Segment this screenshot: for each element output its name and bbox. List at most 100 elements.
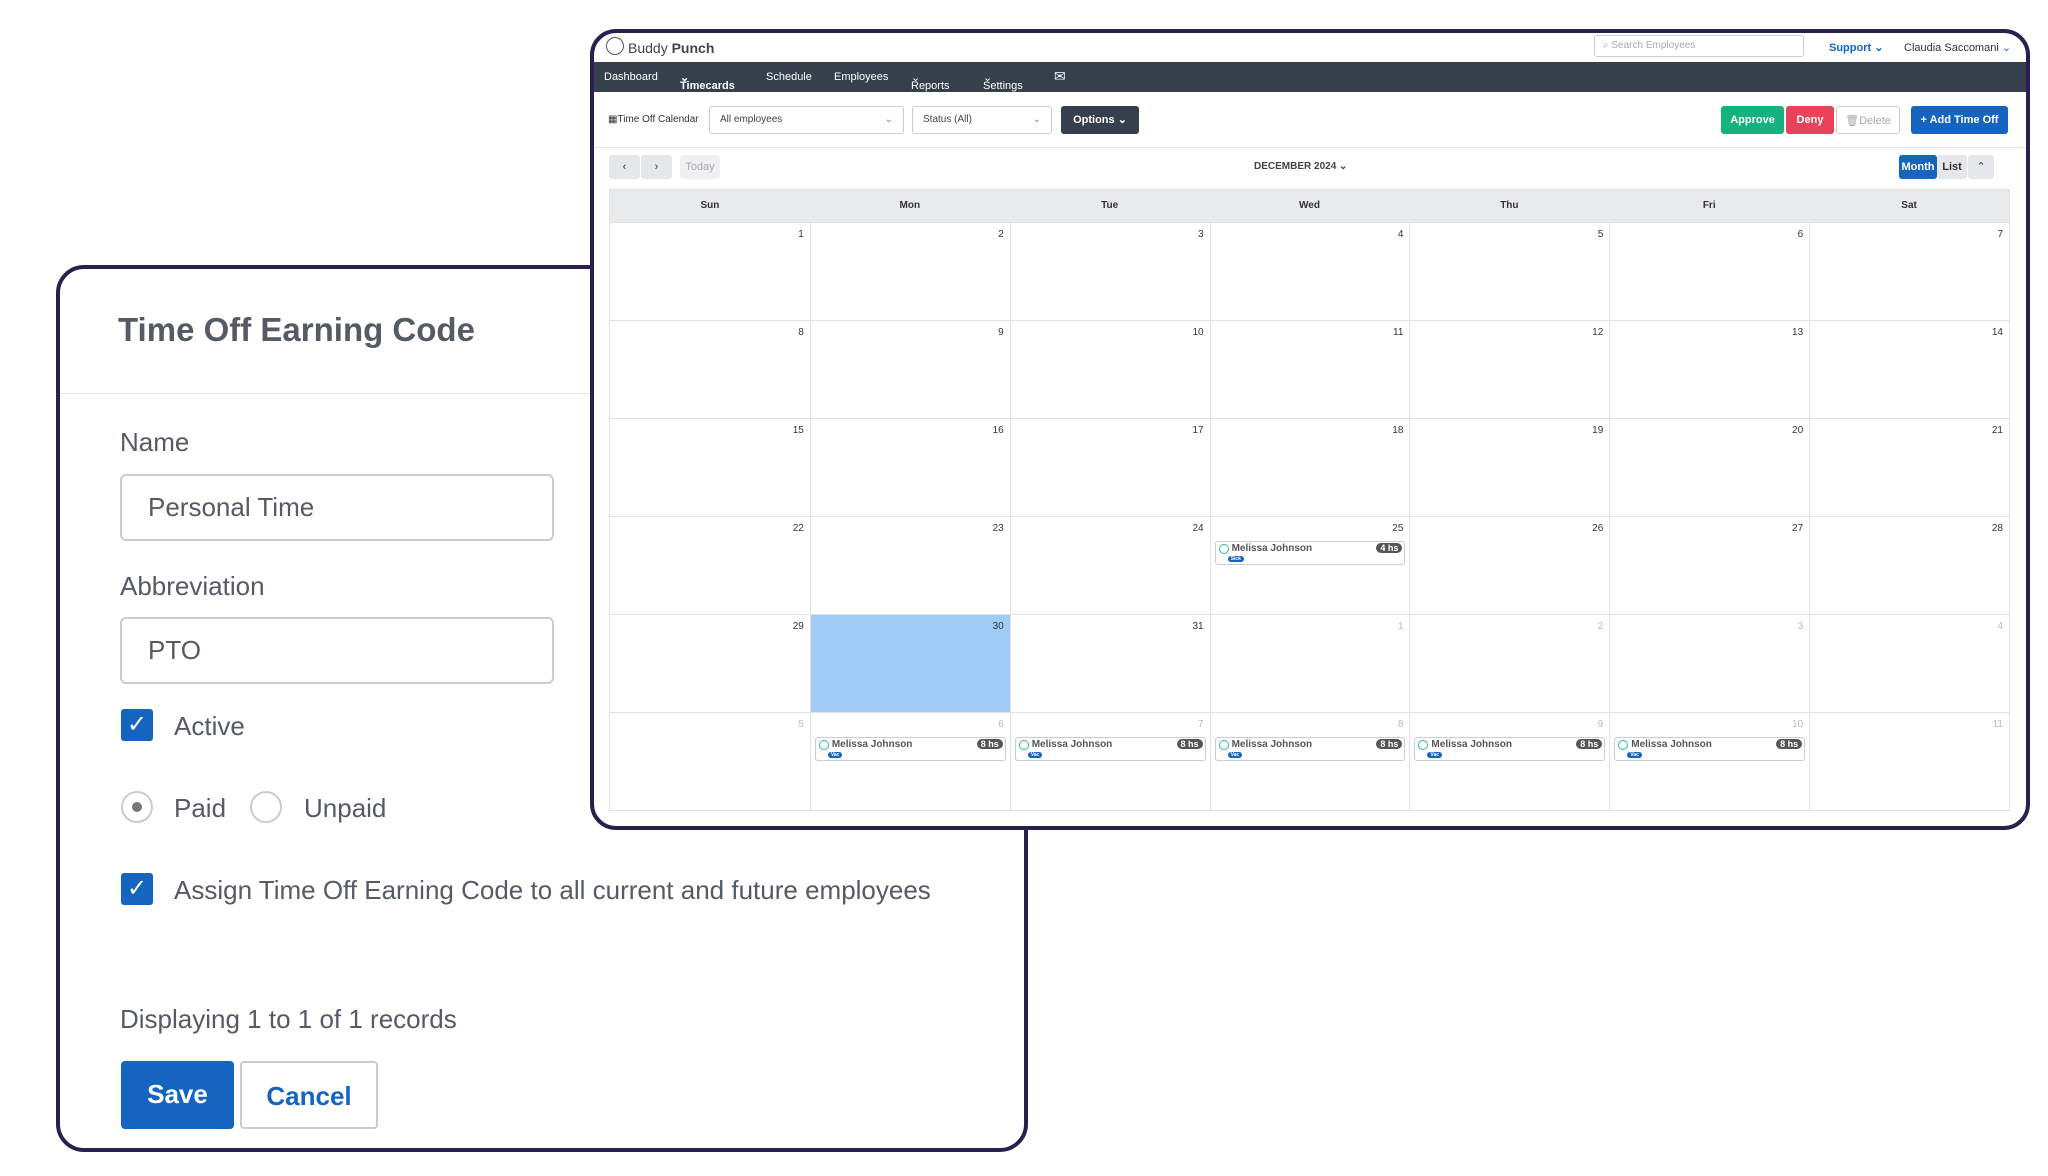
day-cell[interactable]: 6 Melissa Johnson 8 hs Vac [809, 713, 1010, 810]
time-off-event[interactable]: Melissa Johnson 8 hs Vac [1014, 737, 1206, 761]
month-view-button[interactable]: Month [1899, 155, 1937, 179]
day-cell[interactable]: 7 [1809, 223, 2009, 320]
mail-icon[interactable]: ✉ [1054, 68, 1066, 85]
time-off-event[interactable]: Melissa Johnson 4 hs Sick [1214, 541, 1406, 565]
unpaid-radio[interactable] [250, 791, 282, 823]
active-label: Active [174, 711, 245, 741]
day-cell[interactable]: 27 [1609, 517, 1809, 614]
day-cell[interactable]: 18 [1209, 419, 1410, 516]
employees-select-value: All employees [720, 114, 783, 125]
day-cell[interactable]: 3 [1609, 615, 1809, 712]
month-title[interactable]: DECEMBER 2024 ⌄ [1254, 161, 1347, 172]
day-cell[interactable]: 31 [1009, 615, 1210, 712]
chevron-down-icon: ⌄ [1032, 114, 1041, 125]
day-number: 7 [1997, 229, 2003, 240]
delete-button[interactable]: 🗑Delete [1836, 106, 1900, 134]
name-input[interactable]: Personal Time [120, 474, 554, 541]
day-cell[interactable]: 30 [809, 615, 1010, 712]
day-cell[interactable]: 15 [610, 419, 810, 516]
abbreviation-input[interactable]: PTO [120, 617, 554, 684]
support-label: Support [1829, 42, 1872, 54]
paid-radio[interactable] [121, 791, 153, 823]
approve-button[interactable]: Approve [1721, 106, 1784, 134]
search-employees-input[interactable]: ⌕ Search Employees [1594, 35, 1804, 57]
day-cell[interactable]: 1 [610, 223, 810, 320]
day-cell[interactable]: 11 [1809, 713, 2009, 810]
time-off-event[interactable]: Melissa Johnson 8 hs Vac [1614, 737, 1806, 761]
day-cell[interactable]: 1 [1209, 615, 1410, 712]
day-cell[interactable]: 11 [1209, 321, 1410, 418]
nav-employees[interactable]: Employees [834, 71, 888, 83]
nav-settings-label: Settings [983, 80, 1023, 92]
collapse-button[interactable]: ⌃ [1968, 155, 1994, 179]
day-cell[interactable]: 21 [1809, 419, 2009, 516]
today-button[interactable]: Today [680, 155, 720, 179]
day-cell[interactable]: 4 [1209, 223, 1410, 320]
day-cell[interactable]: 8 Melissa Johnson 8 hs Vac [1209, 713, 1410, 810]
day-cell[interactable]: 7 Melissa Johnson 8 hs Vac [1009, 713, 1210, 810]
day-cell[interactable]: 10 [1009, 321, 1210, 418]
search-placeholder: Search Employees [1611, 40, 1696, 51]
day-cell[interactable]: 9 [809, 321, 1010, 418]
day-cell[interactable]: 24 [1009, 517, 1210, 614]
day-number: 21 [1991, 425, 2003, 436]
day-cell[interactable]: 23 [809, 517, 1010, 614]
day-cell[interactable]: 25 Melissa Johnson 4 hs Sick [1209, 517, 1410, 614]
user-menu[interactable]: Claudia Saccomani ⌄ [1904, 41, 2011, 54]
day-cell[interactable]: 29 [610, 615, 810, 712]
day-cell[interactable]: 13 [1609, 321, 1809, 418]
day-number: 7 [1198, 719, 1204, 730]
deny-button[interactable]: Deny [1786, 106, 1834, 134]
nav-timecards[interactable]: Timecards ⌄ [680, 71, 735, 92]
time-off-event[interactable]: Melissa Johnson 8 hs Vac [1414, 737, 1606, 761]
cancel-button[interactable]: Cancel [240, 1061, 378, 1129]
nav-settings[interactable]: Settings ⌄ [983, 71, 1023, 92]
day-cell[interactable]: 16 [809, 419, 1010, 516]
brand-logo[interactable]: Buddy Punch [628, 40, 714, 56]
time-off-event[interactable]: Melissa Johnson 8 hs Vac [814, 737, 1006, 761]
add-time-off-button[interactable]: + Add Time Off [1911, 106, 2008, 134]
assign-checkbox[interactable]: ✓ [121, 873, 153, 905]
day-cell[interactable]: 2 [1409, 615, 1609, 712]
day-number: 27 [1792, 523, 1804, 534]
nav-schedule[interactable]: Schedule [766, 71, 812, 83]
day-cell[interactable]: 14 [1809, 321, 2009, 418]
day-cell[interactable]: 2 [809, 223, 1010, 320]
nav-reports[interactable]: Reports ⌄ [911, 71, 950, 92]
active-checkbox[interactable]: ✓ [121, 709, 153, 741]
prev-month-button[interactable]: ‹ [609, 155, 640, 179]
day-cell[interactable]: 5 [610, 713, 810, 810]
day-cell[interactable]: 19 [1409, 419, 1609, 516]
assign-label: Assign Time Off Earning Code to all curr… [174, 875, 931, 905]
day-cell[interactable]: 17 [1009, 419, 1210, 516]
day-cell[interactable]: 26 [1409, 517, 1609, 614]
day-cell[interactable]: 3 [1009, 223, 1210, 320]
next-month-button[interactable]: › [641, 155, 672, 179]
day-cell[interactable]: 12 [1409, 321, 1609, 418]
day-number: 26 [1592, 523, 1604, 534]
day-cell[interactable]: 8 [610, 321, 810, 418]
employees-select[interactable]: All employees ⌄ [709, 106, 904, 134]
divider [594, 147, 2026, 148]
weekday-sat: Sat [1901, 200, 1917, 211]
time-off-event[interactable]: Melissa Johnson 8 hs Vac [1214, 737, 1406, 761]
day-number: 1 [1397, 621, 1404, 632]
list-view-button[interactable]: List [1937, 155, 1967, 179]
status-select[interactable]: Status (All) ⌄ [912, 106, 1052, 134]
approved-check-icon [818, 740, 829, 750]
day-cell[interactable]: 5 [1409, 223, 1609, 320]
day-cell[interactable]: 4 [1809, 615, 2009, 712]
event-employee: Melissa Johnson [1031, 739, 1113, 750]
save-button[interactable]: Save [121, 1061, 234, 1129]
nav-dashboard[interactable]: Dashboard [604, 71, 658, 83]
day-cell[interactable]: 28 [1809, 517, 2009, 614]
day-cell[interactable]: 22 [610, 517, 810, 614]
day-cell[interactable]: 6 [1609, 223, 1809, 320]
options-button[interactable]: Options ⌄ [1061, 106, 1139, 134]
support-menu[interactable]: Support ⌄ [1829, 41, 1883, 54]
day-cell[interactable]: 10 Melissa Johnson 8 hs Vac [1609, 713, 1809, 810]
day-cell[interactable]: 20 [1609, 419, 1809, 516]
event-employee: Melissa Johnson [1431, 739, 1512, 750]
day-cell[interactable]: 9 Melissa Johnson 8 hs Vac [1409, 713, 1609, 810]
status-select-value: Status (All) [923, 114, 972, 125]
